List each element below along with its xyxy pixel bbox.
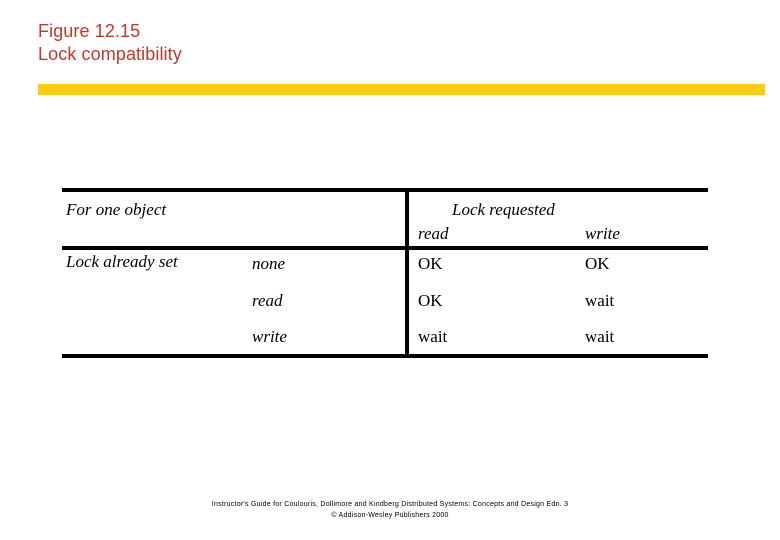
- table-column-header-read: read: [418, 224, 449, 243]
- table-cell-write-write: wait: [585, 327, 615, 346]
- table-rule-vertical: [405, 192, 409, 354]
- slide-footer: Instructor's Guide for Coulouris, Dollim…: [0, 499, 780, 521]
- title-line-figure-number: Figure 12.15: [38, 21, 141, 41]
- table-cell-write-read: wait: [418, 327, 448, 346]
- table-row-header-none: none: [252, 254, 286, 273]
- table-row-header-write: write: [252, 327, 287, 346]
- table-row-group-label: Lock already set: [66, 252, 178, 271]
- table-cell-none-read: OK: [418, 254, 443, 273]
- footer-attribution-line: Instructor's Guide for Coulouris, Dollim…: [211, 501, 569, 508]
- title-line-figure-caption: Lock compatibility: [38, 44, 182, 64]
- table-rule-middle: [62, 246, 708, 250]
- table-row-header-read: read: [252, 291, 283, 310]
- lock-compatibility-table: For one object Lock requested read write…: [62, 188, 708, 358]
- table-corner-label: For one object: [66, 200, 167, 219]
- footer-copyright-line: © Addison-Wesley Publishers 2000: [331, 512, 449, 519]
- table-cell-none-write: OK: [585, 254, 610, 273]
- accent-bar: [38, 84, 765, 95]
- table-column-group-label: Lock requested: [452, 200, 555, 219]
- table-rule-bottom: [62, 354, 708, 358]
- page-title: Figure 12.15 Lock compatibility: [38, 20, 638, 66]
- table-cell-read-read: OK: [418, 291, 443, 310]
- table-cell-read-write: wait: [585, 291, 615, 310]
- table-rule-top: [62, 188, 708, 192]
- slide-canvas: Figure 12.15 Lock compatibility For one …: [0, 0, 780, 540]
- table-column-header-write: write: [585, 224, 620, 243]
